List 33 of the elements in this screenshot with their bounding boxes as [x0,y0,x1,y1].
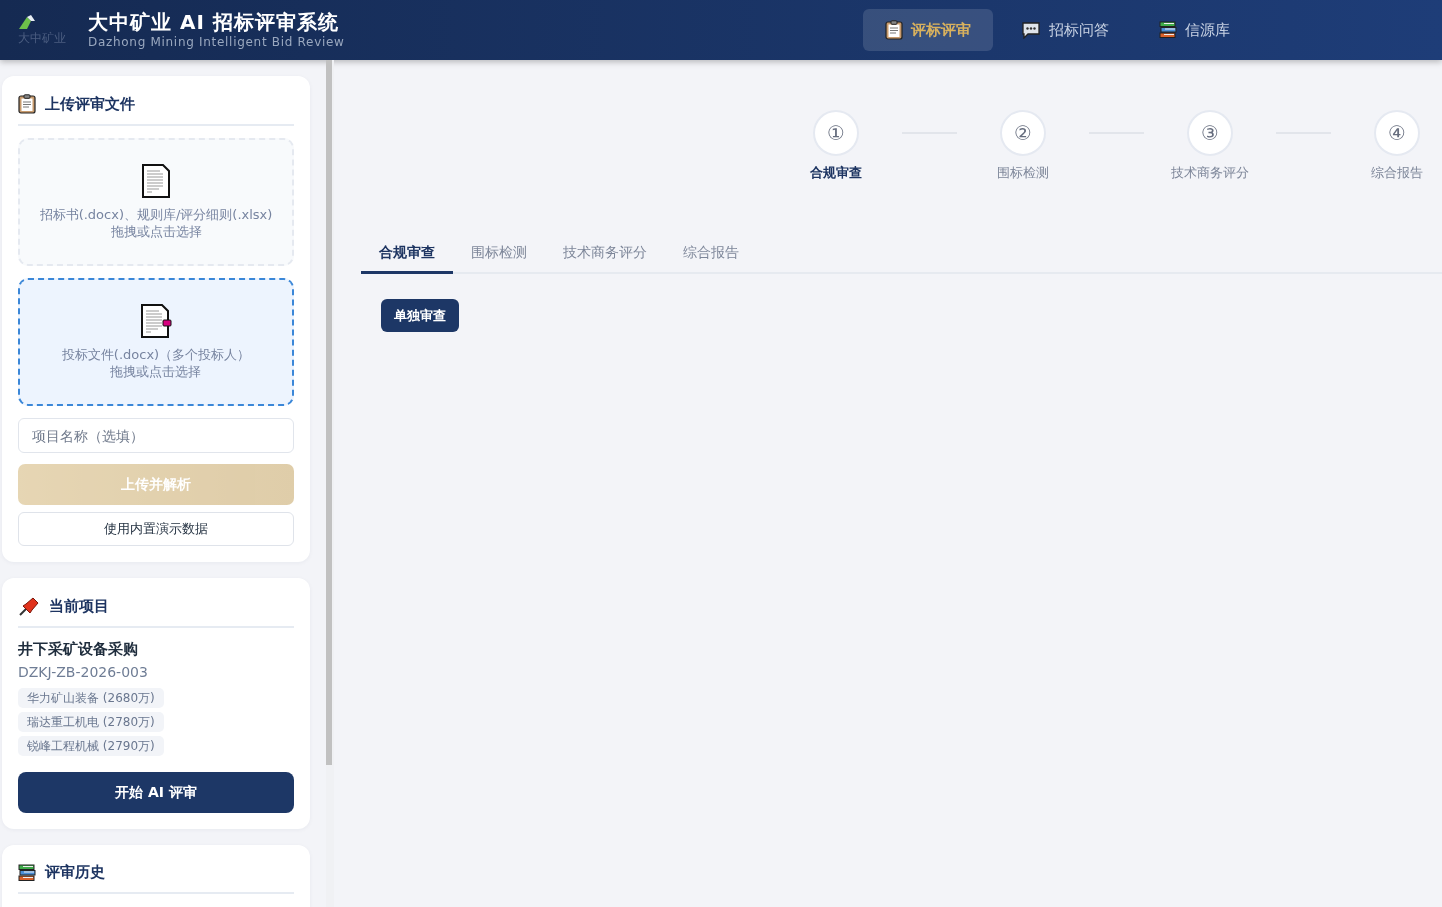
start-review-button[interactable]: 开始 AI 评审 [18,772,294,813]
project-name-field[interactable]: 项目名称（选填） [18,418,294,453]
dropzone-text: 招标书(.docx)、规则库/评分细则(.xlsx) 拖拽或点击选择 [39,206,273,240]
bidder-tag: 锐峰工程机械 (2790万) [18,736,164,756]
card-title: 评审历史 [45,863,105,882]
step-number: ④ [1374,110,1420,156]
nav-tab[interactable]: 招标问答 [999,9,1131,51]
app-subtitle: Dazhong Mining Intelligent Bid Review [88,34,345,50]
dropzone-text: 投标文件(.docx)（多个投标人） 拖拽或点击选择 [61,346,251,380]
nav-tab[interactable]: 信源库 [1137,9,1252,51]
step-number: ① [813,110,859,156]
bidder-tag: 瑞达重工机电 (2780万) [18,712,164,732]
card-title: 上传评审文件 [45,94,135,114]
step-number: ② [1000,110,1046,156]
app-title: 大中矿业 AI 招标评审系统 [88,10,340,34]
tab[interactable]: 技术商务评分 [545,234,665,274]
step-label: 围标检测 [997,164,1049,182]
file-dropzone[interactable]: 招标书(.docx)、规则库/评分细则(.xlsx) 拖拽或点击选择 [18,138,294,266]
tab[interactable]: 围标检测 [453,234,545,274]
file-dropzone[interactable]: 投标文件(.docx)（多个投标人） 拖拽或点击选择 [18,278,294,406]
card-title: 当前项目 [49,596,109,616]
tab[interactable]: 综合报告 [665,234,757,274]
project-name: 井下采矿设备采购 [18,640,139,659]
single-review-button[interactable]: 单独审查 [381,299,459,332]
bidder-tag: 华力矿山装备 (2680万) [18,688,164,708]
nav-tab[interactable]: 评标评审 [863,9,993,51]
step-label: 技术商务评分 [1171,164,1249,182]
step-label: 合规审查 [810,164,862,182]
project-code: DZKJ-ZB-2026-003 [18,664,149,680]
tab[interactable]: 合规审查 [361,234,453,274]
demo-data-button[interactable]: 使用内置演示数据 [18,512,294,546]
step-label: 综合报告 [1371,164,1423,182]
step-number: ③ [1187,110,1233,156]
